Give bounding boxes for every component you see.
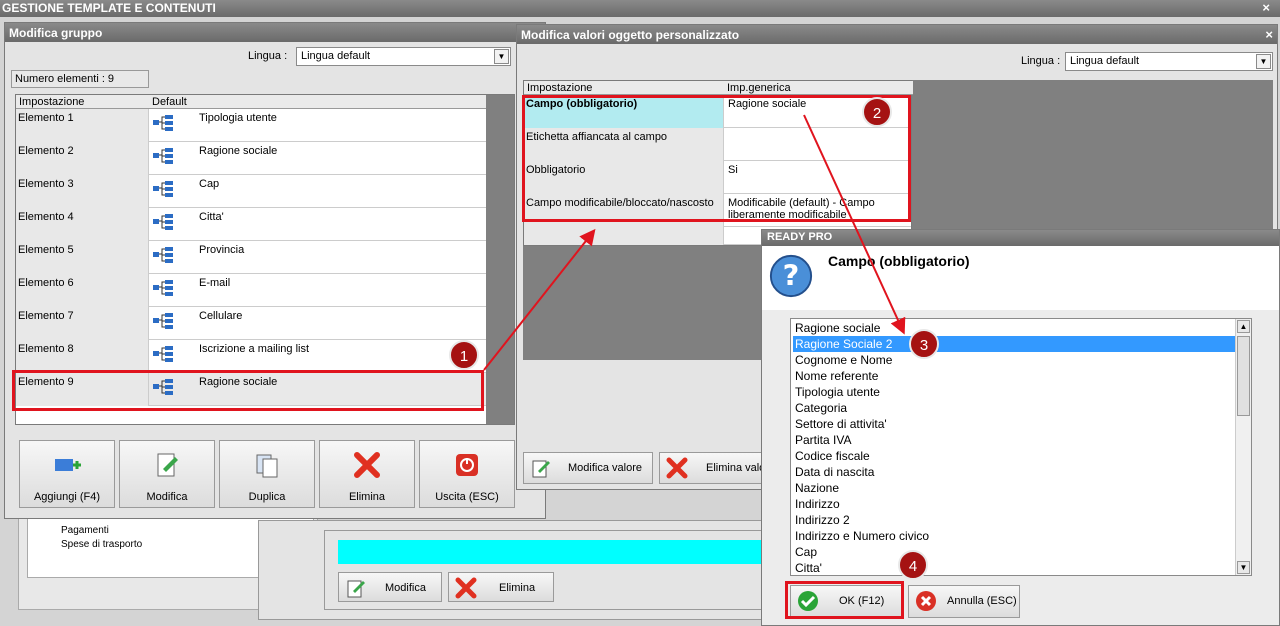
annotation-badge-2: 2 [862, 97, 892, 127]
annotation-arrows [483, 114, 906, 371]
annotation-badge-4: 4 [898, 550, 928, 580]
annotation-badge-3: 3 [909, 329, 939, 359]
annotation-badge-1: 1 [449, 340, 479, 370]
arrow-1-to-2 [483, 228, 596, 371]
arrow-2-to-3 [803, 114, 906, 335]
